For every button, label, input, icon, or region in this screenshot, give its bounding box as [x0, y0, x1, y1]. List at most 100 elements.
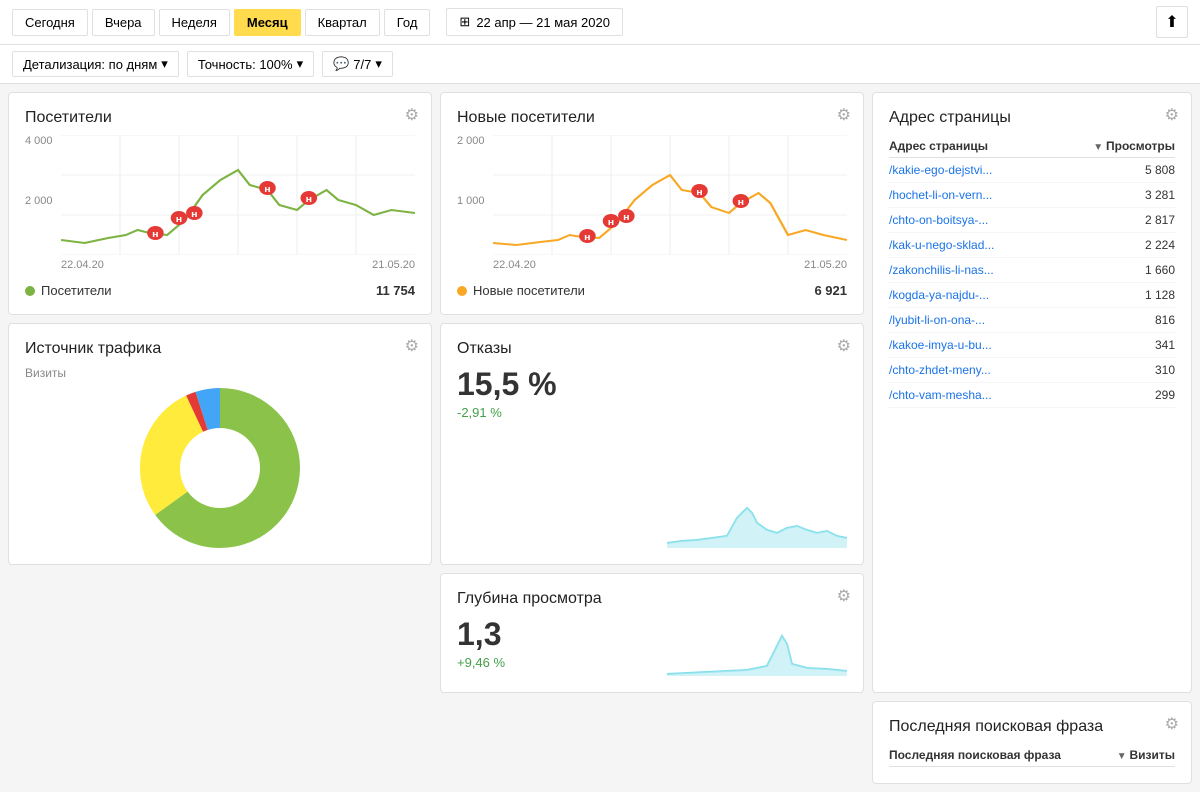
top-bar: Сегодня Вчера Неделя Месяц Квартал Год ⊞… — [0, 0, 1200, 45]
bounce-change: -2,91 % — [457, 405, 847, 420]
table-row: /hochet-li-on-vern...3 281 — [889, 183, 1175, 208]
period-month[interactable]: Месяц — [234, 9, 301, 36]
traffic-source-subtitle: Визиты — [25, 366, 415, 380]
page-views: 1 128 — [1050, 283, 1175, 308]
traffic-source-title: Источник трафика — [25, 340, 415, 358]
period-today[interactable]: Сегодня — [12, 9, 88, 36]
svg-text:н: н — [152, 230, 158, 240]
page-views: 310 — [1050, 358, 1175, 383]
last-search-table: Последняя поисковая фраза ▼ Визиты — [889, 744, 1175, 767]
page-url[interactable]: /chto-vam-mesha... — [889, 383, 1050, 408]
svg-text:н: н — [584, 233, 590, 243]
bounce-title: Отказы — [457, 340, 847, 358]
date-range-label: 22 апр — 21 мая 2020 — [476, 15, 610, 30]
bounce-value: 15,5 % — [457, 366, 847, 403]
svg-text:н: н — [176, 215, 182, 225]
period-year[interactable]: Год — [384, 9, 431, 36]
table-row: /kakoe-imya-u-bu...341 — [889, 333, 1175, 358]
col-views-header: ▼ Просмотры — [1050, 135, 1175, 158]
visitors-gear-icon[interactable]: ⚙ — [405, 105, 419, 125]
table-row: /kak-u-nego-sklad...2 224 — [889, 233, 1175, 258]
chevron-down-icon: ▾ — [161, 56, 168, 72]
traffic-source-gear-icon[interactable]: ⚙ — [405, 336, 419, 356]
traffic-source-card: Источник трафика ⚙ Визиты — [8, 323, 432, 565]
page-url[interactable]: /zakonchilis-li-nas... — [889, 258, 1050, 283]
visitors-y-labels: 4 000 2 000 — [25, 135, 61, 255]
new-visitors-gear-icon[interactable]: ⚙ — [837, 105, 851, 125]
new-visitors-card: Новые посетители ⚙ 2 000 1 000 — [440, 92, 864, 315]
last-search-col1-header: Последняя поисковая фраза — [889, 744, 1103, 767]
new-visitors-title: Новые посетители — [457, 109, 847, 127]
period-quarter[interactable]: Квартал — [305, 9, 380, 36]
svg-text:н: н — [623, 213, 629, 223]
svg-text:н: н — [306, 195, 312, 205]
new-visitors-chart: н н н н н — [493, 135, 847, 255]
col-url-header: Адрес страницы — [889, 135, 1050, 158]
detail-label: Детализация: по дням — [23, 57, 157, 72]
new-visitors-legend-label: Новые посетители — [473, 283, 585, 298]
visitors-card: Посетители ⚙ 4 000 2 000 — [8, 92, 432, 315]
page-url[interactable]: /chto-zhdet-meny... — [889, 358, 1050, 383]
svg-text:н: н — [696, 188, 702, 198]
period-week[interactable]: Неделя — [159, 9, 230, 36]
bounce-card: Отказы ⚙ 15,5 % -2,91 % — [440, 323, 864, 565]
visitors-legend: Посетители 11 754 — [25, 283, 415, 298]
page-views: 2 817 — [1050, 208, 1175, 233]
new-visitors-value: 6 921 — [814, 283, 847, 298]
page-url[interactable]: /kak-u-nego-sklad... — [889, 233, 1050, 258]
page-views: 5 808 — [1050, 158, 1175, 183]
svg-text:н: н — [264, 185, 270, 195]
page-url[interactable]: /kogda-ya-najdu-... — [889, 283, 1050, 308]
grid-icon: ⊞ — [459, 14, 470, 30]
visitors-title: Посетители — [25, 109, 415, 127]
last-search-gear-icon[interactable]: ⚙ — [1165, 714, 1179, 734]
segment-icon: 💬 — [333, 56, 349, 72]
segments-label: 7/7 — [353, 57, 371, 72]
page-address-gear-icon[interactable]: ⚙ — [1165, 105, 1179, 125]
period-yesterday[interactable]: Вчера — [92, 9, 155, 36]
visitors-legend-label: Посетители — [41, 283, 112, 298]
page-url[interactable]: /chto-on-boitsya-... — [889, 208, 1050, 233]
page-address-title: Адрес страницы — [889, 109, 1175, 127]
page-views: 816 — [1050, 308, 1175, 333]
page-url[interactable]: /kakoe-imya-u-bu... — [889, 333, 1050, 358]
last-search-card: Последняя поисковая фраза ⚙ Последняя по… — [872, 701, 1192, 784]
table-row: /zakonchilis-li-nas...1 660 — [889, 258, 1175, 283]
depth-card: Глубина просмотра ⚙ 1,3 +9,46 % — [440, 573, 864, 693]
accuracy-label: Точность: 100% — [198, 57, 293, 72]
page-views: 3 281 — [1050, 183, 1175, 208]
page-views: 1 660 — [1050, 258, 1175, 283]
visitors-chart: н н н н н — [61, 135, 415, 255]
accuracy-filter[interactable]: Точность: 100% ▾ — [187, 51, 314, 77]
export-icon: ⬆ — [1165, 12, 1178, 32]
bounce-gear-icon[interactable]: ⚙ — [837, 336, 851, 356]
visitors-value: 11 754 — [376, 283, 415, 298]
bounce-mini-chart — [667, 488, 847, 548]
page-views: 341 — [1050, 333, 1175, 358]
page-url[interactable]: /hochet-li-on-vern... — [889, 183, 1050, 208]
table-row: /chto-vam-mesha...299 — [889, 383, 1175, 408]
sort-arrow2: ▼ — [1117, 751, 1130, 762]
page-address-card: Адрес страницы ⚙ Адрес страницы ▼ Просмо… — [872, 92, 1192, 693]
chevron-down-icon3: ▾ — [375, 56, 382, 72]
segments-filter[interactable]: 💬 7/7 ▾ — [322, 51, 393, 77]
detail-filter[interactable]: Детализация: по дням ▾ — [12, 51, 179, 77]
svg-text:н: н — [608, 218, 614, 228]
last-search-col2-header: ▼ Визиты — [1103, 744, 1175, 767]
depth-gear-icon[interactable]: ⚙ — [837, 586, 851, 606]
page-address-table: Адрес страницы ▼ Просмотры /kakie-ego-de… — [889, 135, 1175, 408]
depth-title: Глубина просмотра — [457, 590, 847, 608]
page-url[interactable]: /kakie-ego-dejstvi... — [889, 158, 1050, 183]
svg-text:н: н — [738, 198, 744, 208]
chevron-down-icon2: ▾ — [297, 56, 304, 72]
filter-bar: Детализация: по дням ▾ Точность: 100% ▾ … — [0, 45, 1200, 84]
depth-mini-chart — [667, 616, 847, 676]
new-visitors-y-labels: 2 000 1 000 — [457, 135, 493, 255]
export-button[interactable]: ⬆ — [1156, 6, 1188, 38]
visitors-x-labels: 22.04.20 21.05.20 — [61, 255, 415, 275]
table-row: /chto-on-boitsya-...2 817 — [889, 208, 1175, 233]
page-url[interactable]: /lyubit-li-on-ona-... — [889, 308, 1050, 333]
date-range-button[interactable]: ⊞ 22 апр — 21 мая 2020 — [446, 8, 623, 36]
page-views: 299 — [1050, 383, 1175, 408]
page-views: 2 224 — [1050, 233, 1175, 258]
